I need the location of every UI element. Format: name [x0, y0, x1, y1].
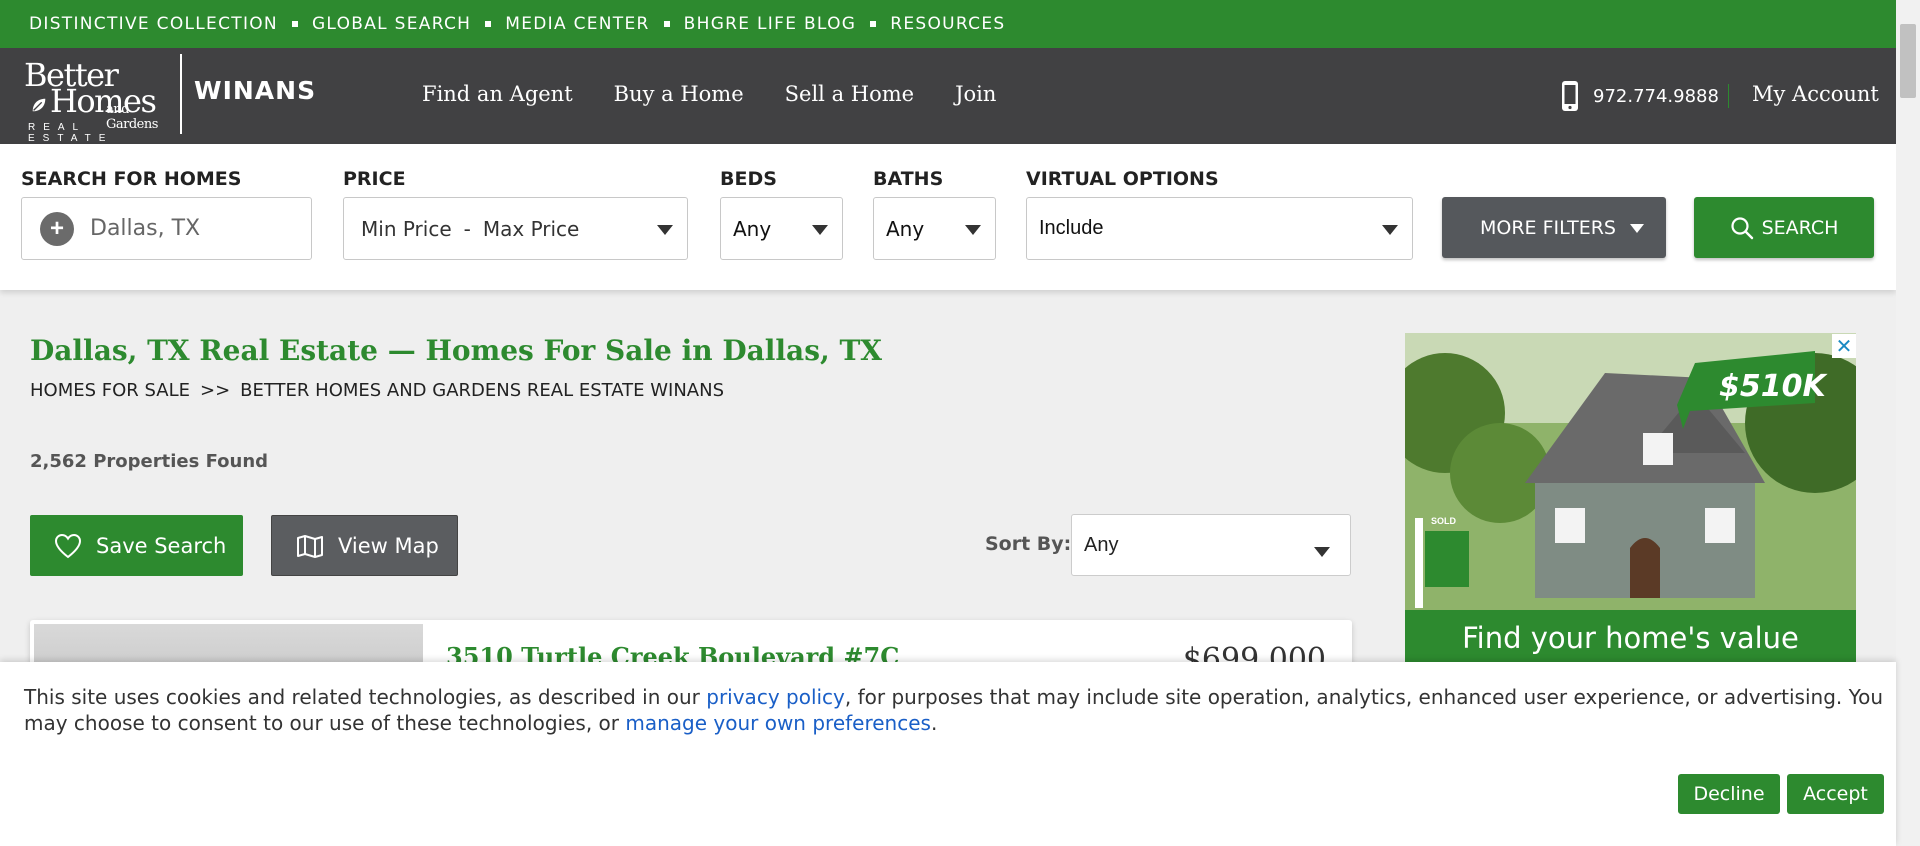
price-select[interactable]: Min Price - Max Price [343, 197, 688, 260]
brand-name[interactable]: WINANS [194, 76, 316, 105]
chevron-down-icon [965, 225, 981, 235]
search-icon [1730, 216, 1753, 239]
topbar-link-media-center[interactable]: MEDIA CENTER [505, 14, 649, 34]
nav-buy-home[interactable]: Buy a Home [614, 82, 744, 106]
breadcrumb-office: BETTER HOMES AND GARDENS REAL ESTATE WIN… [240, 380, 725, 401]
breadcrumb-homes-for-sale[interactable]: HOMES FOR SALE [30, 380, 190, 401]
save-search-label: Save Search [96, 533, 227, 558]
chevron-down-icon [657, 225, 673, 235]
decline-button[interactable]: Decline [1678, 774, 1780, 814]
location-value: Dallas, TX [90, 216, 201, 241]
ad-price-tag: $510K [1719, 369, 1826, 404]
nav-sell-home[interactable]: Sell a Home [785, 82, 914, 106]
search-button[interactable]: SEARCH [1694, 197, 1874, 258]
virtual-options-value: Include [1039, 217, 1104, 239]
page-scrollbar[interactable] [1896, 0, 1920, 846]
cookie-message: This site uses cookies and related techn… [24, 684, 1899, 736]
separator-dot [870, 21, 877, 27]
ad-headline: Find your home's value [1462, 621, 1799, 655]
chevron-down-icon [812, 225, 828, 235]
location-label: SEARCH FOR HOMES [21, 168, 242, 190]
more-filters-button[interactable]: MORE FILTERS [1442, 197, 1666, 258]
cookie-text-1: This site uses cookies and related techn… [24, 685, 707, 709]
view-map-button[interactable]: View Map [271, 515, 458, 576]
primary-nav: Find an Agent Buy a Home Sell a Home Joi… [422, 82, 996, 106]
logo-divider [180, 54, 182, 134]
separator-dot [663, 21, 670, 27]
scrollbar-thumb[interactable] [1900, 24, 1916, 98]
sort-select[interactable]: Any [1071, 514, 1351, 576]
search-filter-panel: SEARCH FOR HOMES + Dallas, TX PRICE Min … [0, 144, 1896, 290]
separator-dot [485, 21, 492, 27]
beds-label: BEDS [720, 168, 777, 190]
map-icon [297, 534, 323, 558]
properties-count: 2,562 Properties Found [30, 451, 269, 472]
nav-join[interactable]: Join [955, 82, 996, 106]
price-max: Max Price [482, 216, 580, 241]
manage-preferences-link[interactable]: manage your own preferences [625, 711, 931, 735]
leaf-icon [32, 98, 46, 112]
chevron-down-icon [1382, 225, 1398, 235]
cookie-text-3: . [930, 711, 938, 735]
price-label: PRICE [343, 168, 406, 190]
heart-icon [54, 533, 82, 558]
top-utility-bar: DISTINCTIVE COLLECTION GLOBAL SEARCH MED… [0, 0, 1896, 48]
ad-sign-text: SOLD [1431, 516, 1457, 526]
chevron-down-icon [1630, 224, 1644, 233]
bhgre-logo[interactable]: Better Homes and Gardens REAL ESTATE [24, 54, 174, 144]
view-map-label: View Map [338, 533, 439, 558]
header-separator [1728, 84, 1729, 108]
topbar-link-resources[interactable]: RESOURCES [890, 14, 1005, 34]
beds-value: Any [733, 216, 772, 241]
my-account-link[interactable]: My Account [1752, 82, 1879, 106]
logo-line-real-estate: REAL ESTATE [28, 122, 114, 144]
price-min: Min Price [361, 216, 452, 241]
nav-find-agent[interactable]: Find an Agent [422, 82, 573, 106]
home-value-ad[interactable]: $510K SOLD Find your home's value [1405, 333, 1856, 663]
more-filters-label: MORE FILTERS [1480, 216, 1616, 239]
sort-value: Any [1084, 533, 1119, 556]
breadcrumb: HOMES FOR SALE >> BETTER HOMES AND GARDE… [30, 380, 724, 401]
page-title: Dallas, TX Real Estate — Homes For Sale … [30, 334, 883, 367]
beds-select[interactable]: Any [720, 197, 843, 260]
chevron-down-icon [1314, 547, 1330, 557]
topbar-link-distinctive-collection[interactable]: DISTINCTIVE COLLECTION [29, 14, 278, 34]
baths-value: Any [886, 216, 925, 241]
search-button-label: SEARCH [1761, 216, 1839, 239]
baths-select[interactable]: Any [873, 197, 996, 260]
accept-button[interactable]: Accept [1787, 774, 1884, 814]
main-header: Better Homes and Gardens REAL ESTATE WIN… [0, 48, 1896, 144]
save-search-button[interactable]: Save Search [30, 515, 243, 576]
baths-label: BATHS [873, 168, 944, 190]
topbar-link-blog[interactable]: BHGRE LIFE BLOG [684, 14, 857, 34]
breadcrumb-separator: >> [199, 380, 231, 401]
sort-by-label: Sort By: [985, 533, 1072, 555]
location-input[interactable]: + Dallas, TX [21, 197, 312, 260]
add-location-icon[interactable]: + [40, 211, 74, 246]
mobile-phone-icon [1562, 81, 1578, 111]
privacy-policy-link[interactable]: privacy policy [706, 685, 845, 709]
cookie-consent-banner: This site uses cookies and related techn… [0, 662, 1896, 846]
virtual-options-select[interactable]: Include [1026, 197, 1413, 260]
close-icon[interactable]: ✕ [1832, 334, 1856, 358]
topbar-link-global-search[interactable]: GLOBAL SEARCH [312, 14, 471, 34]
phone-number[interactable]: 972.774.9888 [1593, 86, 1719, 107]
price-separator: - [463, 216, 471, 241]
virtual-options-label: VIRTUAL OPTIONS [1026, 168, 1219, 190]
separator-dot [291, 21, 298, 27]
